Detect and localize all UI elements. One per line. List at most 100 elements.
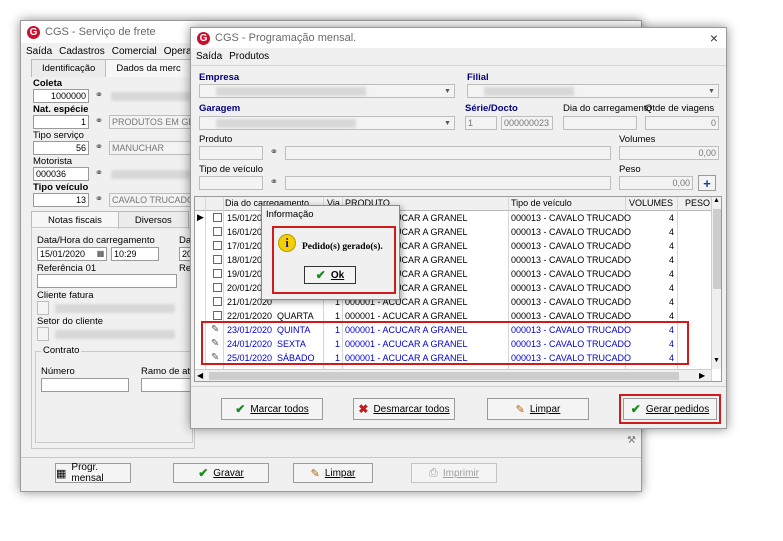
scroll-thumb[interactable] — [713, 209, 721, 289]
tool-icon[interactable]: ⚒ — [627, 435, 636, 446]
row-checkbox[interactable] — [213, 269, 222, 278]
binoculars-icon[interactable]: ⚭ — [92, 141, 106, 155]
col-volumes[interactable]: VOLUMES — [629, 198, 673, 208]
binoculars-icon[interactable]: ⚭ — [267, 176, 281, 190]
produto-code[interactable] — [199, 146, 263, 160]
cgs-logo-icon: G — [27, 25, 40, 39]
row-checkbox[interactable] — [213, 241, 222, 250]
row-veiculo: 000013 - CAVALO TRUCADO — [511, 297, 632, 307]
row-volumes: 4 — [669, 283, 675, 293]
scroll-right-icon[interactable]: ▶ — [699, 371, 705, 380]
row-checkbox[interactable] — [213, 255, 222, 264]
button-divider — [191, 386, 726, 387]
scroll-left-icon[interactable]: ◀ — [197, 371, 203, 380]
row-date: 22/01/2020 — [227, 311, 273, 321]
binoculars-icon[interactable]: ⚭ — [92, 115, 106, 129]
row-volumes: 4 — [669, 241, 675, 251]
empresa-combo[interactable]: ▼ — [199, 84, 455, 98]
filial-combo[interactable]: ▼ — [467, 84, 719, 98]
cliente-fatura-blurred — [55, 304, 175, 313]
add-button[interactable]: + — [698, 175, 716, 191]
menu-produtos[interactable]: Produtos — [229, 51, 269, 62]
chevron-down-icon[interactable]: ▼ — [706, 86, 717, 97]
desmarcar-label: Desmarcar todos — [373, 403, 450, 415]
binoculars-icon[interactable]: ⚭ — [92, 193, 106, 207]
binoculars-icon[interactable]: ⚭ — [267, 146, 281, 160]
progr-mensal-button[interactable]: ▦ Progr. mensal — [55, 462, 131, 484]
menu-comercial[interactable]: Comercial — [112, 46, 157, 57]
tipo-veiculo-field[interactable]: 13 — [33, 193, 89, 207]
cgs-logo-icon: G — [197, 31, 210, 45]
numero-field[interactable] — [41, 378, 129, 392]
data-hora-label: Data/Hora do carregamento — [37, 235, 155, 246]
tab-identificacao[interactable]: Identificação — [31, 59, 107, 77]
scroll-down-icon[interactable]: ▼ — [713, 357, 720, 364]
dia-carregamento-label: Dia do carregamento — [563, 103, 652, 114]
row-checkbox[interactable] — [213, 283, 222, 292]
coleta-label: Coleta — [33, 78, 63, 89]
serie-field[interactable]: 1 — [465, 116, 497, 130]
limpar-button[interactable]: ✎ Limpar — [293, 463, 373, 483]
coleta-field[interactable]: 1000000 — [33, 89, 89, 103]
calendar-icon[interactable]: ▦ — [95, 248, 106, 259]
volumes-field[interactable]: 0,00 — [619, 146, 719, 160]
row-veiculo: 000013 - CAVALO TRUCADO — [511, 227, 632, 237]
row-volumes: 4 — [669, 255, 675, 265]
numero-label: Número — [41, 366, 75, 377]
cliente-fatura-code[interactable] — [37, 301, 49, 315]
tipo-servico-label: Tipo serviço — [33, 130, 84, 141]
chevron-down-icon[interactable]: ▼ — [442, 118, 453, 129]
qtde-viagens-field[interactable]: 0 — [645, 116, 719, 130]
filial-label: Filial — [467, 72, 489, 83]
tipo-veiculo-desc — [285, 176, 611, 190]
chevron-down-icon[interactable]: ▼ — [442, 86, 453, 97]
binoculars-icon[interactable]: ⚭ — [92, 167, 106, 181]
menu-saida[interactable]: Saída — [196, 51, 222, 62]
gravar-button[interactable]: ✔ Gravar — [173, 463, 269, 483]
imprimir-button[interactable]: ⎙ Imprimir — [411, 463, 497, 483]
scroll-thumb[interactable] — [209, 372, 679, 380]
docto-field[interactable]: 000000023 — [501, 116, 553, 130]
menu-saida[interactable]: Saída — [26, 46, 52, 57]
dia-carregamento-field[interactable] — [563, 116, 637, 130]
nat-especie-field[interactable]: 1 — [33, 115, 89, 129]
tipo-servico-desc: MANUCHAR — [109, 141, 193, 155]
coleta-blurred — [111, 92, 191, 101]
row-checkbox[interactable] — [213, 311, 222, 320]
imprimir-label: Imprimir — [442, 467, 479, 479]
binoculars-icon[interactable]: ⚭ — [92, 89, 106, 103]
desmarcar-todos-button[interactable]: ✖ Desmarcar todos — [353, 398, 455, 420]
cliente-fatura-label: Cliente fatura — [37, 290, 94, 301]
scroll-up-icon[interactable]: ▲ — [713, 197, 720, 204]
time-field[interactable]: 10:29 — [111, 247, 159, 261]
col-peso[interactable]: PESO — [685, 198, 710, 208]
row-veiculo: 000013 - CAVALO TRUCADO — [511, 241, 632, 251]
garagem-combo[interactable]: ▼ — [199, 116, 455, 130]
marcar-todos-button[interactable]: ✔ Marcar todos — [221, 398, 323, 420]
peso-field[interactable]: 0,00 — [619, 176, 693, 190]
motorista-field[interactable]: 000036 — [33, 167, 89, 181]
setor-cliente-code[interactable] — [37, 327, 49, 341]
tipo-servico-field[interactable]: 56 — [33, 141, 89, 155]
contrato-group — [35, 351, 193, 443]
tab-dados-mercadoria[interactable]: Dados da merc — [105, 59, 192, 77]
check-icon: ✔ — [235, 402, 246, 416]
row-checkbox[interactable] — [213, 227, 222, 236]
setor-cliente-blurred — [55, 330, 175, 339]
row-checkbox[interactable] — [213, 213, 222, 222]
horizontal-scrollbar[interactable]: ◀ ▶ — [195, 369, 711, 381]
row-veiculo: 000013 - CAVALO TRUCADO — [511, 255, 632, 265]
referencia-field[interactable] — [37, 274, 177, 288]
col-tipo-veiculo[interactable]: Tipo de veículo — [511, 198, 572, 208]
vertical-scrollbar[interactable]: ▲ ▼ — [711, 197, 721, 369]
motorista-label: Motorista — [33, 156, 73, 167]
limpar-button[interactable]: ✎ Limpar — [487, 398, 589, 420]
footer-divider — [21, 457, 641, 458]
ramo-field[interactable] — [141, 378, 193, 392]
empresa-label: Empresa — [199, 72, 240, 83]
row-checkbox[interactable] — [213, 297, 222, 306]
menu-cadastros[interactable]: Cadastros — [59, 46, 105, 57]
tipo-veiculo-code[interactable] — [199, 176, 263, 190]
close-icon[interactable]: × — [710, 30, 718, 46]
broom-icon: ✎ — [515, 403, 525, 416]
